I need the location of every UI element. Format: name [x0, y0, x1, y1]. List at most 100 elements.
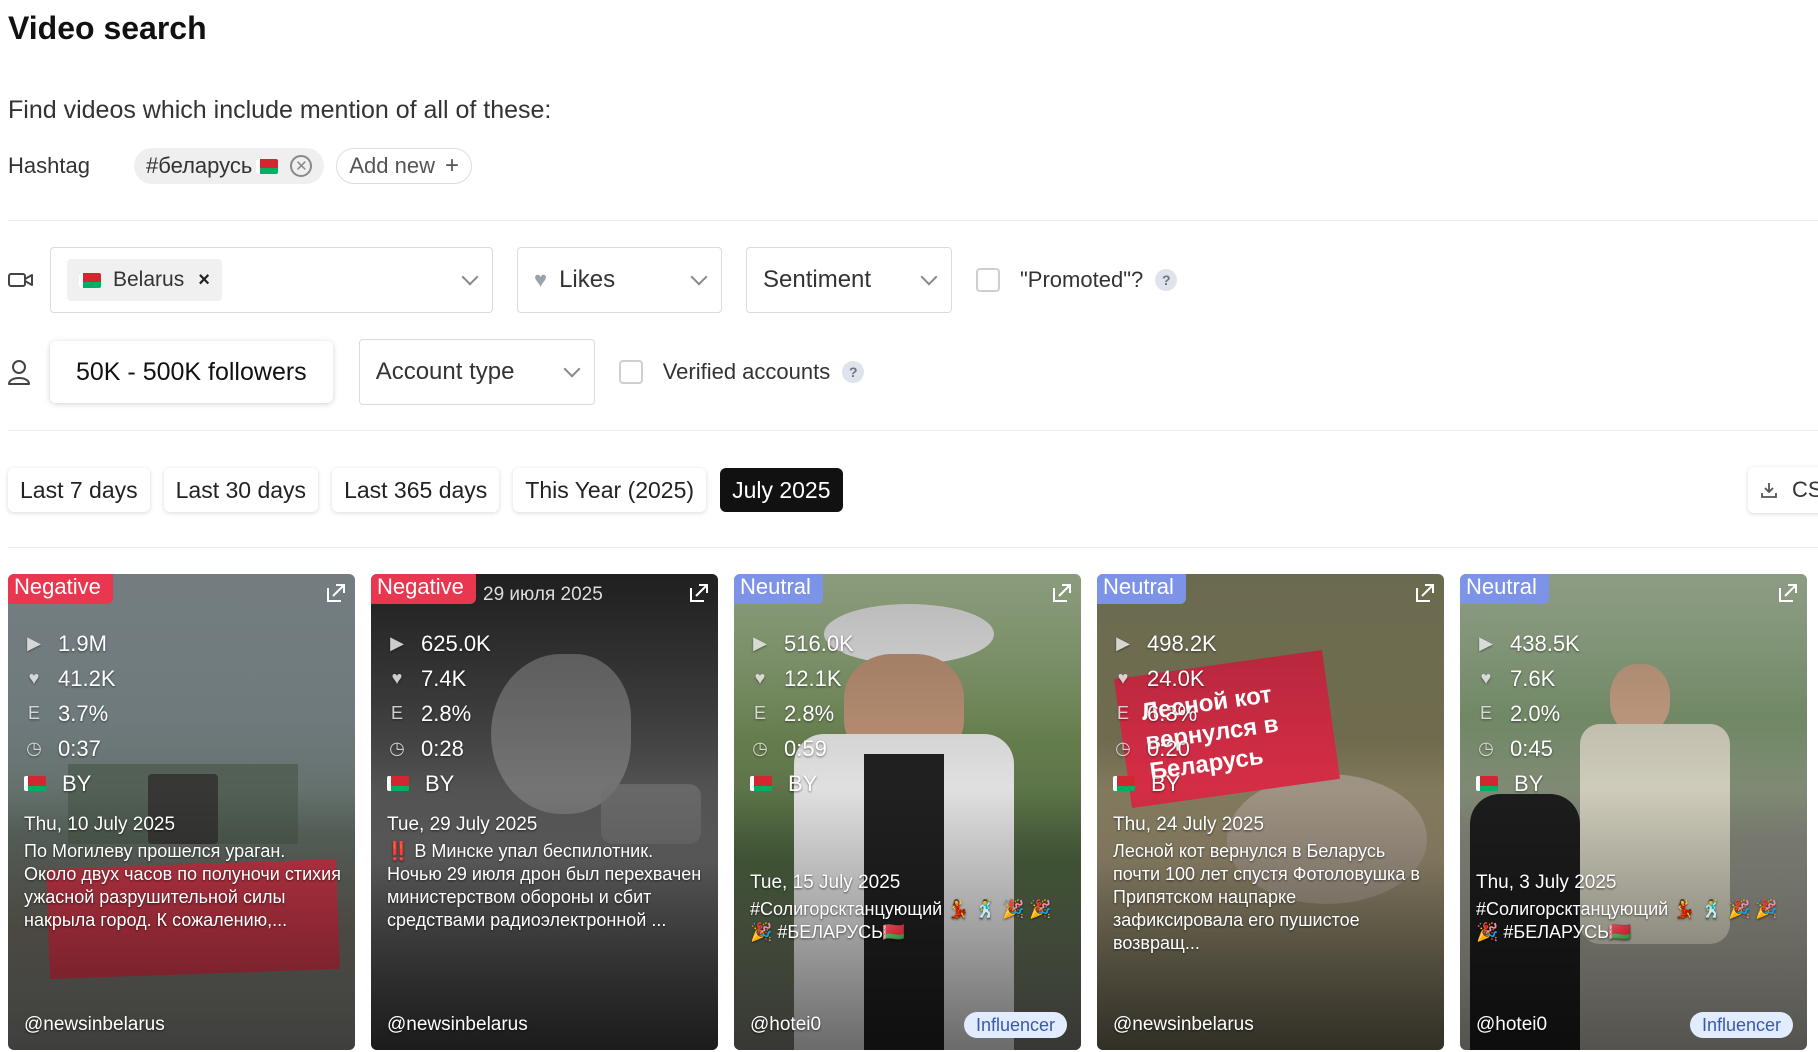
sentiment-badge: Negative — [8, 574, 113, 604]
account-type-select[interactable]: Account type — [358, 339, 595, 405]
engagement-icon: E — [1479, 703, 1492, 723]
remove-country-icon[interactable]: × — [198, 269, 210, 292]
author-handle[interactable]: @hotei0 — [1476, 1014, 1547, 1036]
hashtag-chip-text: #беларусь — [146, 153, 253, 178]
views-count: 438.5K — [1510, 630, 1580, 656]
period-this-year[interactable]: This Year (2025) — [513, 468, 707, 512]
divider — [8, 220, 1818, 221]
belarus-flag-icon — [387, 776, 409, 791]
verified-help-icon[interactable]: ? — [842, 361, 865, 383]
video-card[interactable]: Neutral ▶ 516.0K ♥ 12.1K E 2.8% ◷ 0:59 BY Tu… — [734, 574, 1081, 1050]
video-date: Tue, 29 July 2025 — [387, 814, 538, 835]
play-icon: ▶ — [1116, 633, 1130, 653]
video-card[interactable]: 29 июля 2025 Negative ▶ 625.0K ♥ 7.4K E 2.8… — [371, 574, 718, 1050]
video-caption: По Могилеву прошелся ураган. Около двух … — [24, 841, 341, 930]
hashtag-row: Hashtag #беларусь ✕ Add new + — [8, 148, 484, 184]
video-caption: ‼️ В Минске упал беспилотник. Ночью 29 и… — [387, 841, 702, 930]
video-overlay-text: 29 июля 2025 — [483, 584, 603, 605]
sentiment-select[interactable]: Sentiment — [746, 247, 952, 313]
download-icon — [1761, 483, 1777, 498]
play-icon: ▶ — [27, 633, 41, 653]
engagement-rate: 3.7% — [58, 700, 109, 726]
clock-icon: ◷ — [26, 738, 42, 758]
search-subtitle: Find videos which include mention of all… — [8, 96, 552, 124]
video-date: Tue, 15 July 2025 — [750, 872, 901, 893]
divider — [8, 430, 1818, 431]
likes-count: 41.2K — [58, 665, 116, 691]
author-handle[interactable]: @newsinbelarus — [387, 1014, 528, 1036]
views-count: 498.2K — [1147, 630, 1217, 656]
video-cards: Negative ▶ 1.9M ♥ 41.2K E 3.7% ◷ 0:37 BY Thu… — [0, 574, 1818, 1052]
likes-count: 7.4K — [421, 665, 467, 691]
video-card[interactable]: Neutral ▶ 438.5K ♥ 7.6K E 2.0% ◷ 0:45 BY Thu… — [1460, 574, 1807, 1050]
video-filter-row: Belarus × ♥ Likes Sentiment "Promoted"? … — [8, 247, 1178, 313]
open-external-icon[interactable] — [325, 582, 347, 604]
country-select[interactable]: Belarus × — [50, 247, 493, 313]
sentiment-badge: Neutral — [1460, 574, 1549, 604]
period-last-30-days[interactable]: Last 30 days — [163, 468, 319, 512]
country-tag-label: Belarus — [113, 268, 185, 291]
video-duration: 0:59 — [784, 735, 827, 761]
video-stats: ▶ 498.2K ♥ 24.0K E 6.3% ◷ 0:20 BY — [1113, 626, 1217, 801]
video-date: Thu, 3 July 2025 — [1476, 872, 1617, 893]
engagement-icon: E — [390, 703, 403, 723]
hashtag-label: Hashtag — [8, 153, 90, 178]
video-stats: ▶ 438.5K ♥ 7.6K E 2.0% ◷ 0:45 BY — [1476, 626, 1580, 801]
likes-select[interactable]: ♥ Likes — [517, 247, 722, 313]
engagement-icon: E — [1116, 703, 1129, 723]
author-handle[interactable]: @newsinbelarus — [24, 1014, 165, 1036]
video-card[interactable]: Лесной кот вернулся в Беларусь Neutral ▶… — [1097, 574, 1444, 1050]
open-external-icon[interactable] — [688, 582, 710, 604]
video-duration: 0:37 — [58, 735, 101, 761]
heart-icon: ♥ — [534, 267, 548, 292]
sentiment-select-label: Sentiment — [763, 266, 872, 293]
open-external-icon[interactable] — [1414, 582, 1436, 604]
verified-checkbox[interactable] — [618, 360, 643, 384]
video-card[interactable]: Negative ▶ 1.9M ♥ 41.2K E 3.7% ◷ 0:37 BY Thu… — [8, 574, 355, 1050]
heart-icon: ♥ — [1117, 668, 1129, 688]
video-caption: #Солигорсктанцующий 💃 🕺 🎉 🎉 🎉 #БЕЛАРУСЬ🇧… — [1476, 899, 1778, 942]
csv-export-button[interactable]: CS — [1748, 467, 1818, 513]
engagement-icon: E — [27, 703, 40, 723]
engagement-rate: 6.3% — [1147, 700, 1198, 726]
period-last-7-days[interactable]: Last 7 days — [8, 468, 150, 512]
period-row: Last 7 days Last 30 days Last 365 days T… — [8, 468, 857, 512]
heart-icon: ♥ — [28, 668, 40, 688]
belarus-flag-icon — [24, 776, 46, 791]
chevron-down-icon — [920, 268, 938, 286]
belarus-flag-icon — [1113, 776, 1135, 791]
country-code: BY — [62, 770, 92, 796]
open-external-icon[interactable] — [1777, 582, 1799, 604]
author-handle[interactable]: @newsinbelarus — [1113, 1014, 1254, 1036]
add-hashtag-label: Add new — [349, 153, 435, 178]
views-count: 625.0K — [421, 630, 491, 656]
engagement-icon: E — [753, 703, 766, 723]
belarus-flag-icon — [256, 158, 279, 174]
likes-count: 24.0K — [1147, 665, 1205, 691]
author-handle[interactable]: @hotei0 — [750, 1014, 821, 1036]
likes-count: 12.1K — [784, 665, 842, 691]
promoted-help-icon[interactable]: ? — [1155, 269, 1178, 291]
add-hashtag-button[interactable]: Add new + — [336, 148, 473, 184]
period-july-2025[interactable]: July 2025 — [720, 468, 843, 512]
engagement-rate: 2.8% — [421, 700, 472, 726]
video-date: Thu, 24 July 2025 — [1113, 814, 1265, 835]
play-icon: ▶ — [390, 633, 404, 653]
hashtag-chip[interactable]: #беларусь ✕ — [134, 148, 325, 184]
period-last-365-days[interactable]: Last 365 days — [332, 468, 500, 512]
promoted-checkbox[interactable] — [976, 268, 1000, 292]
divider — [8, 547, 1818, 548]
video-date: Thu, 10 July 2025 — [24, 814, 176, 835]
views-count: 516.0K — [784, 630, 854, 656]
sentiment-badge: Neutral — [734, 574, 823, 604]
verified-label: Verified accounts — [662, 359, 831, 384]
remove-hashtag-icon[interactable]: ✕ — [290, 155, 313, 177]
open-external-icon[interactable] — [1051, 582, 1073, 604]
heart-icon: ♥ — [391, 668, 403, 688]
clock-icon: ◷ — [1478, 738, 1494, 758]
followers-range-button[interactable]: 50K - 500K followers — [50, 341, 333, 403]
clock-icon: ◷ — [752, 738, 768, 758]
video-camera-icon — [8, 265, 50, 295]
sentiment-badge: Neutral — [1097, 574, 1186, 604]
page-title: Video search — [8, 10, 207, 46]
